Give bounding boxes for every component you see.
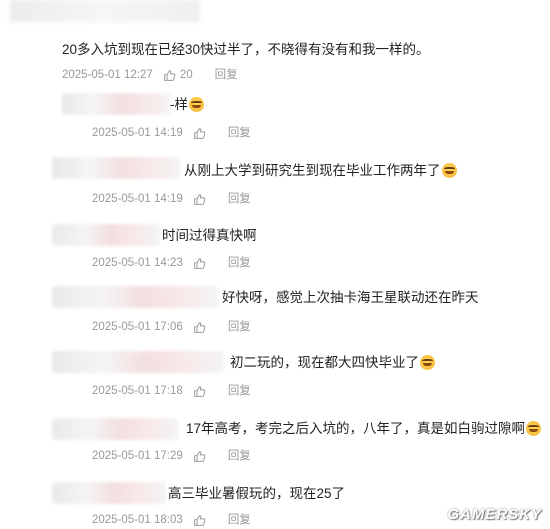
- thumbs-up-icon: [193, 450, 206, 462]
- reply-button[interactable]: 回复: [228, 192, 251, 206]
- reply-button[interactable]: 回复: [228, 384, 251, 398]
- comment-meta: 2025-05-01 14:19 回复: [92, 126, 251, 140]
- comment-text: 初二玩的，现在都大四快毕业了: [230, 355, 419, 370]
- comment-text: 时间过得真快啊: [162, 228, 257, 243]
- comment-date: 2025-05-01 14:23: [92, 257, 183, 269]
- laugh-cry-emoji-icon: [189, 97, 204, 112]
- thumbs-up-icon: [193, 321, 206, 333]
- laugh-cry-emoji-icon: [441, 163, 457, 178]
- like-button[interactable]: [193, 257, 206, 270]
- reply-button[interactable]: 回复: [228, 256, 251, 270]
- comment-meta: 2025-05-01 18:03 回复: [92, 513, 251, 527]
- thumbs-up-icon: [163, 69, 176, 81]
- reply-button[interactable]: 回复: [228, 513, 251, 527]
- thumbs-up-icon: [193, 127, 206, 139]
- comment-meta: 2025-05-01 12:27 20 回复: [62, 68, 238, 82]
- thumbs-up-icon: [193, 514, 206, 526]
- thumbs-up-icon: [193, 193, 206, 205]
- comment-text-wrap: 17年高考，考完之后入坑的，八年了，真是如白驹过隙啊: [186, 420, 542, 438]
- blurred-username: [52, 418, 178, 440]
- watermark: GAMERSKY: [447, 506, 542, 523]
- comment-date: 2025-05-01 18:03: [92, 514, 183, 526]
- blurred-username: [52, 286, 218, 308]
- comment-meta: 2025-05-01 14:19 回复: [92, 192, 251, 206]
- blurred-username: [52, 157, 180, 179]
- comment-text: 17年高考，考完之后入坑的，八年了，真是如白驹过隙啊: [186, 421, 526, 436]
- like-button[interactable]: [193, 514, 206, 527]
- comment-meta: 2025-05-01 14:23 回复: [92, 256, 251, 270]
- comment-meta: 2025-05-01 17:29 回复: [92, 449, 251, 463]
- comment-date: 2025-05-01 17:06: [92, 321, 183, 333]
- reply-button[interactable]: 回复: [228, 449, 251, 463]
- laugh-cry-emoji-icon: [526, 421, 542, 436]
- comment-text: 高三毕业暑假玩的，现在25了: [168, 486, 346, 501]
- comment-text-wrap: 从刚上大学到研究生到现在毕业工作两年了: [184, 162, 457, 180]
- comment-text-wrap: -样: [170, 96, 204, 114]
- comment-date: 2025-05-01 14:19: [92, 127, 183, 139]
- reply-button[interactable]: 回复: [228, 320, 251, 334]
- like-button[interactable]: [193, 385, 206, 398]
- like-count: 20: [179, 69, 193, 81]
- comment-text: 20多入坑到现在已经30快过半了，不晓得有没有和我一样的。: [62, 42, 430, 57]
- comment-text: 好快呀，感觉上次抽卡海王星联动还在昨天: [222, 290, 479, 305]
- comment-date: 2025-05-01 17:29: [92, 450, 183, 462]
- blurred-username: [62, 93, 170, 115]
- reply-button[interactable]: 回复: [228, 126, 251, 140]
- comment-meta: 2025-05-01 17:18 回复: [92, 384, 251, 398]
- blurred-username: [52, 482, 166, 504]
- blurred-username: [52, 351, 224, 373]
- reply-button[interactable]: 回复: [215, 68, 238, 82]
- blurred-username: [10, 0, 200, 22]
- comment-date: 2025-05-01 12:27: [62, 69, 153, 81]
- comment-text: 从刚上大学到研究生到现在毕业工作两年了: [184, 163, 441, 178]
- comment-meta: 2025-05-01 17:06 回复: [92, 320, 251, 334]
- laugh-cry-emoji-icon: [420, 355, 435, 370]
- comment-text: -样: [170, 97, 188, 112]
- comment-date: 2025-05-01 14:19: [92, 193, 183, 205]
- thumbs-up-icon: [193, 385, 206, 397]
- like-button[interactable]: [193, 127, 206, 140]
- like-button[interactable]: [193, 321, 206, 334]
- like-button[interactable]: [193, 450, 206, 463]
- like-button[interactable]: [193, 193, 206, 206]
- thumbs-up-icon: [193, 257, 206, 269]
- blurred-username: [52, 224, 160, 246]
- comment-text-wrap: 初二玩的，现在都大四快毕业了: [230, 354, 435, 372]
- like-button[interactable]: 20: [163, 68, 193, 82]
- comment-date: 2025-05-01 17:18: [92, 385, 183, 397]
